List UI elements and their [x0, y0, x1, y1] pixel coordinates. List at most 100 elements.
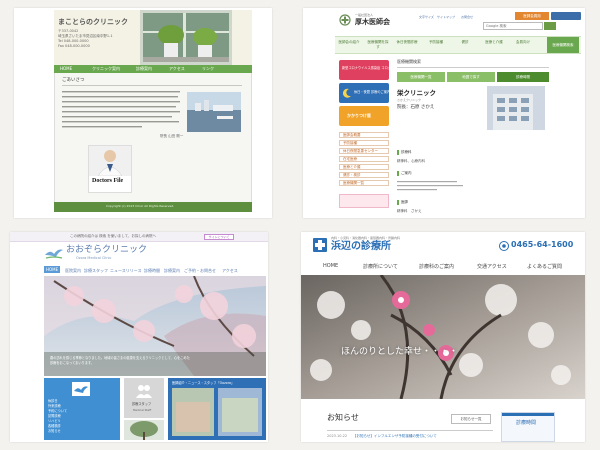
- side-link[interactable]: 医療と介護: [339, 164, 389, 170]
- screenshot-hamabe-clinic: 内科・小児科・消化器内科・循環器内科・胃腸内科 浜辺の診療所 0465-64-1…: [301, 232, 585, 442]
- nav-item-home[interactable]: HOME: [323, 263, 338, 269]
- side-link[interactable]: 医師会概要: [339, 132, 389, 138]
- menu-item[interactable]: 予防接種: [424, 40, 448, 45]
- nav-item[interactable]: 診療スタッフ: [84, 268, 108, 274]
- menu-item[interactable]: 医師会の紹介: [337, 40, 361, 45]
- nav-item[interactable]: 診療時間: [144, 268, 160, 274]
- nav-item[interactable]: 診療科のご案内: [419, 263, 454, 270]
- nav-item[interactable]: 診療案内: [164, 268, 180, 274]
- staff-heading: 医師: [401, 200, 408, 204]
- notice-marker: [397, 171, 399, 176]
- nav-item[interactable]: 医院案内: [65, 268, 81, 274]
- side-link[interactable]: 在宅医療: [339, 156, 389, 162]
- nav-item[interactable]: ご予約・お問合せ: [184, 268, 216, 274]
- nav-item[interactable]: 診療所について: [363, 263, 398, 270]
- nav-item[interactable]: よくあるご質問: [527, 263, 562, 270]
- notice-text-block: [397, 181, 463, 191]
- menu-item[interactable]: 医療機関を探す: [366, 40, 390, 50]
- member-button[interactable]: 医師会員用: [515, 12, 549, 20]
- search-button[interactable]: [544, 22, 556, 30]
- dept-text: 精神科、心療内科: [397, 159, 425, 163]
- menu-item[interactable]: 健診: [453, 40, 477, 45]
- info-list-item[interactable]: リハビリ: [48, 419, 61, 423]
- covid-banner[interactable]: 新型コロナウイルス感染症 コロナ診療: [339, 60, 397, 80]
- tab-active[interactable]: 診療時間: [497, 72, 549, 82]
- staff-card-label-en: Medical Staff: [133, 408, 152, 412]
- nav-item-about[interactable]: クリニック案内: [92, 66, 120, 72]
- news-heading: お知らせ: [327, 413, 359, 422]
- tagline: 内科・小児科・消化器内科・循環器内科・胃腸内科: [331, 236, 401, 240]
- search-input[interactable]: [483, 22, 543, 30]
- header-link-sitemap[interactable]: サイトマップ: [437, 16, 455, 19]
- phone-icon: [499, 241, 509, 251]
- holiday-night-banner[interactable]: 休日・夜間 診療のご案内: [339, 83, 391, 103]
- nav-item-links[interactable]: リンク: [202, 66, 214, 72]
- address-line: 埼玉県さいたま市見沼区南中野1-1: [58, 34, 113, 38]
- side-link[interactable]: 休日夜間急患センター: [339, 148, 389, 154]
- covid-banner-text: 新型コロナウイルス感染症 コロナ診療: [342, 66, 398, 70]
- menu-item[interactable]: 医療と介護: [482, 40, 506, 45]
- side-link[interactable]: 医療機関一覧: [339, 180, 389, 186]
- info-list-item[interactable]: 訪問診療: [48, 414, 61, 418]
- holiday-banner-text: 休日・夜間 診療のご案内: [354, 90, 391, 94]
- clinic-name[interactable]: おおぞらクリニック: [66, 246, 147, 255]
- menu-item[interactable]: 休日夜間診療: [395, 40, 419, 45]
- top-bar-button[interactable]: サイトについて: [204, 234, 234, 240]
- doctor-label: 院長：石原 さかえ: [397, 105, 435, 110]
- nav-item-access[interactable]: アクセス: [169, 66, 185, 72]
- clinic-kana: さかえクリニック: [397, 98, 422, 102]
- footer-copyright: Copyright (c) 2013 Clinic All Rights Res…: [106, 204, 175, 208]
- staff-marker: [397, 200, 399, 205]
- association-name[interactable]: 厚木医師会: [355, 19, 390, 26]
- director-sign: 院長 山田 剛一: [160, 134, 184, 138]
- doctors-file-card[interactable]: Doctors File: [88, 145, 132, 193]
- tree-photo: [124, 420, 164, 440]
- nav-item[interactable]: アクセス: [222, 268, 238, 274]
- nav-item-services[interactable]: 診療案内: [136, 66, 152, 72]
- clinic-subtitle: Ozora Medical Clinic: [76, 256, 112, 260]
- nav-item[interactable]: 交通アクセス: [477, 263, 507, 270]
- menu-item-active[interactable]: 医療機関検索: [547, 37, 579, 53]
- header-link-textsize[interactable]: 文字サイズ: [419, 16, 434, 19]
- harbor-photo: [187, 92, 241, 132]
- side-link[interactable]: 健診・検診: [339, 172, 389, 178]
- doctors-file-logo: Doctors File: [92, 178, 124, 184]
- screenshot-clinic-makoto: まことらのクリニック 〒337-0042 埼玉県さいたま市見沼区南中野1-1 T…: [14, 8, 272, 218]
- news-more-button[interactable]: お知らせ一覧: [451, 414, 491, 424]
- info-list-item[interactable]: 外来診療: [48, 404, 61, 408]
- info-list-item[interactable]: 予約について: [48, 409, 67, 413]
- clinic-logo-icon: [313, 238, 327, 252]
- login-button[interactable]: [551, 12, 581, 20]
- clinic-name[interactable]: まことらのクリニック: [58, 19, 128, 26]
- tab[interactable]: 医療機関一覧: [397, 72, 445, 82]
- tab-bar: 医療機関一覧 地図で探す 診療時間: [397, 72, 549, 82]
- clinic-name[interactable]: 浜辺の診療所: [331, 242, 391, 252]
- main-menu: 医師会の紹介 医療機関を探す 休日夜間診療 予防接種 健診 医療と介護 会員向け…: [335, 36, 581, 54]
- news-heading[interactable]: 医師紹介・ニュース・スタッフ「Oozora」: [172, 381, 234, 385]
- notice-heading: ご案内: [401, 171, 412, 175]
- family-doctor-banner[interactable]: かかりつけ医: [339, 106, 389, 126]
- news-card: 医師紹介・ニュース・スタッフ「Oozora」: [168, 378, 266, 440]
- hours-card-bar: [502, 413, 554, 416]
- clinic-building-photo: [487, 86, 545, 130]
- nav-item-home[interactable]: HOME: [44, 266, 61, 273]
- info-list-item[interactable]: 休診日: [48, 399, 58, 403]
- info-list-item[interactable]: 各種検診: [48, 424, 61, 428]
- news-item-link[interactable]: 【お知らせ】インフルエンザ予防接種の受付について: [353, 434, 437, 439]
- doctor-portrait: [89, 146, 131, 176]
- address-line: Tel 048-000-0000: [58, 39, 89, 43]
- header-photo-window-plants: [140, 10, 232, 65]
- nav-item-home[interactable]: HOME: [60, 66, 72, 71]
- header-link-contact[interactable]: お問合せ: [461, 16, 473, 19]
- hours-card: 診療時間: [501, 412, 555, 442]
- screenshot-ozora-clinic: この病院の紹介は 検索 を使いまして、お探しの病院へ サイトについて おおぞらク…: [10, 232, 268, 442]
- tab[interactable]: 地図で探す: [447, 72, 495, 82]
- news-date: 2023.10.22: [327, 434, 348, 438]
- nav-item[interactable]: ニュースリリース: [110, 268, 142, 274]
- menu-item[interactable]: 会員向け: [511, 40, 535, 45]
- staff-card[interactable]: 診療スタッフ Medical Staff: [124, 378, 164, 418]
- side-link[interactable]: 予防接種: [339, 140, 389, 146]
- staff-text: 精神科 さかえ: [397, 209, 422, 213]
- info-list-item[interactable]: お知らせ: [48, 429, 61, 433]
- phone-number[interactable]: 0465-64-1600: [511, 241, 573, 249]
